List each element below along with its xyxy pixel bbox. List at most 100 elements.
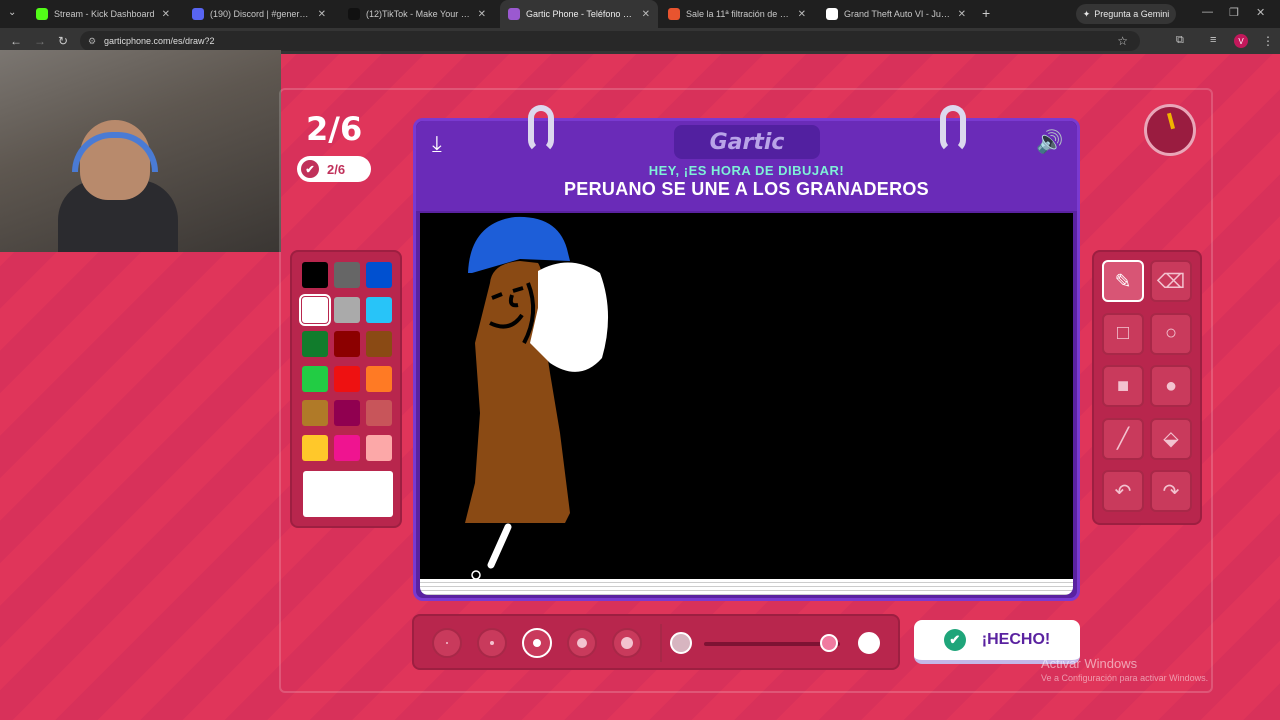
- tab-close-icon[interactable]: ✕: [642, 9, 650, 20]
- color-palette: [290, 250, 402, 528]
- site-info-icon[interactable]: ⚙: [88, 36, 96, 47]
- round-counter: 2/6: [306, 110, 363, 148]
- drawing-canvas[interactable]: [420, 213, 1073, 580]
- timer-icon: [1144, 104, 1196, 156]
- reload-icon[interactable]: ↻: [58, 34, 68, 48]
- tab-title: (12)TikTok - Make Your Day: [366, 9, 472, 19]
- new-tab-button[interactable]: +: [982, 5, 990, 21]
- close-window-icon[interactable]: ✕: [1256, 6, 1265, 19]
- redo-icon[interactable]: ↷: [1150, 470, 1192, 512]
- color-swatch[interactable]: [302, 400, 328, 426]
- opacity-slider-knob[interactable]: [820, 634, 839, 652]
- brush-size-dot: [621, 637, 633, 649]
- browser-tab[interactable]: (190) Discord | #general | M ✕: [184, 0, 334, 28]
- brush-size-dot: [577, 638, 587, 648]
- tab-close-icon[interactable]: ✕: [958, 9, 966, 20]
- color-swatch[interactable]: [334, 262, 360, 288]
- gemini-button[interactable]: ✦ Pregunta a Gemini: [1076, 4, 1176, 24]
- tab-close-icon[interactable]: ✕: [162, 9, 170, 20]
- windows-activation-title: Activar Windows: [1041, 656, 1138, 671]
- brush-size-option[interactable]: [432, 628, 462, 658]
- white-stroke: [487, 523, 512, 569]
- brush-controls: [412, 614, 900, 670]
- tab-title: Sale la 11ª filtración de GTA VI: [686, 9, 792, 19]
- opacity-slider[interactable]: [704, 634, 840, 652]
- color-swatch[interactable]: [334, 400, 360, 426]
- color-swatch[interactable]: [366, 400, 392, 426]
- tab-close-icon[interactable]: ✕: [318, 9, 326, 20]
- browser-tab-strip: ⌄ Stream - Kick Dashboard ✕ (190) Discord …: [0, 0, 1280, 28]
- tab-favicon-icon: [668, 8, 680, 20]
- color-swatch[interactable]: [366, 434, 392, 461]
- webcam-overlay: [0, 50, 281, 252]
- opacity-min-icon: [670, 632, 692, 654]
- color-swatch[interactable]: [302, 262, 328, 288]
- controls-divider: [660, 624, 662, 662]
- browser-tab[interactable]: Gartic Phone - Teléfono Descon ✕: [500, 0, 658, 28]
- color-swatch[interactable]: [366, 331, 392, 357]
- tab-favicon-icon: [826, 8, 838, 20]
- color-swatch[interactable]: [302, 331, 328, 357]
- color-swatch[interactable]: [299, 293, 331, 326]
- binder-ring-right: [940, 105, 966, 153]
- browser-tab[interactable]: Sale la 11ª filtración de GTA VI ✕: [660, 0, 814, 28]
- done-players-badge: ✔ 2/6: [297, 156, 371, 182]
- line-icon[interactable]: ╱: [1102, 417, 1144, 460]
- color-swatch[interactable]: [334, 365, 360, 392]
- drawing-strokes: [465, 216, 609, 580]
- bucket-icon[interactable]: ⬙: [1150, 417, 1192, 460]
- tab-close-icon[interactable]: ✕: [478, 9, 486, 20]
- checkmark-icon: ✔: [943, 629, 966, 651]
- tab-favicon-icon: [36, 8, 48, 20]
- check-icon: ✔: [301, 160, 319, 178]
- pencil-icon[interactable]: ✎: [1102, 260, 1144, 302]
- color-swatch[interactable]: [366, 296, 392, 323]
- tab-title: Stream - Kick Dashboard: [54, 9, 155, 19]
- back-icon[interactable]: ←: [10, 34, 22, 48]
- restore-icon[interactable]: ❐: [1229, 6, 1239, 19]
- board-paper-edge: [420, 579, 1073, 595]
- brush-size-dot: [533, 639, 541, 647]
- tab-favicon-icon: [192, 8, 204, 20]
- forward-icon[interactable]: →: [34, 34, 46, 48]
- color-swatch[interactable]: [334, 296, 360, 323]
- browser-tab[interactable]: Grand Theft Auto VI - Juegos d ✕: [818, 0, 974, 28]
- tab-search-icon[interactable]: ⌄: [8, 7, 16, 18]
- brush-cursor: [471, 570, 481, 580]
- avatar[interactable]: V: [1234, 34, 1248, 48]
- speaker-icon[interactable]: 🔊: [1036, 129, 1063, 155]
- color-swatch[interactable]: [366, 365, 392, 392]
- color-swatch[interactable]: [366, 262, 392, 288]
- url-bar[interactable]: ⚙ garticphone.com/es/draw?2 ☆: [80, 31, 1140, 51]
- minimize-icon[interactable]: —: [1202, 6, 1213, 18]
- brush-size-dot: [490, 641, 494, 645]
- extensions-icon[interactable]: ⧉: [1176, 34, 1184, 47]
- bookmark-star-icon[interactable]: ☆: [1117, 34, 1128, 48]
- gartic-logo: Gartic: [674, 125, 820, 159]
- brush-size-option[interactable]: [477, 628, 507, 658]
- undo-icon[interactable]: ↶: [1102, 470, 1144, 512]
- circle-outline-icon[interactable]: ○: [1150, 312, 1192, 355]
- brush-size-option[interactable]: [612, 628, 642, 658]
- eraser-icon[interactable]: ⌫: [1150, 260, 1192, 302]
- reading-list-icon[interactable]: ≡: [1210, 34, 1216, 46]
- brush-size-option[interactable]: [522, 628, 552, 658]
- tab-close-icon[interactable]: ✕: [798, 9, 806, 20]
- rect-outline-icon[interactable]: □: [1102, 312, 1144, 355]
- color-swatch[interactable]: [334, 434, 360, 461]
- gemini-icon: ✦: [1082, 8, 1091, 19]
- color-swatch[interactable]: [334, 331, 360, 357]
- color-swatch[interactable]: [302, 434, 328, 461]
- browser-tab[interactable]: Stream - Kick Dashboard ✕: [28, 0, 178, 28]
- rect-fill-icon[interactable]: ■: [1102, 365, 1144, 407]
- brush-size-option[interactable]: [567, 628, 597, 658]
- instruction-subtitle: HEY, ¡ES HORA DE DIBUJAR!: [648, 163, 845, 178]
- tool-panel: ✎ ⌫ □ ○ ■ ● ╱ ⬙ ↶ ↷: [1092, 250, 1202, 525]
- download-icon[interactable]: ⤓: [432, 131, 442, 157]
- menu-icon[interactable]: ⋮: [1262, 34, 1274, 48]
- drawing-prompt: PERUANO SE UNE A LOS GRANADEROS: [563, 179, 929, 199]
- browser-tab[interactable]: (12)TikTok - Make Your Day ✕: [340, 0, 494, 28]
- tab-favicon-icon: [348, 8, 360, 20]
- color-swatch[interactable]: [302, 365, 328, 392]
- circle-fill-icon[interactable]: ●: [1150, 365, 1192, 407]
